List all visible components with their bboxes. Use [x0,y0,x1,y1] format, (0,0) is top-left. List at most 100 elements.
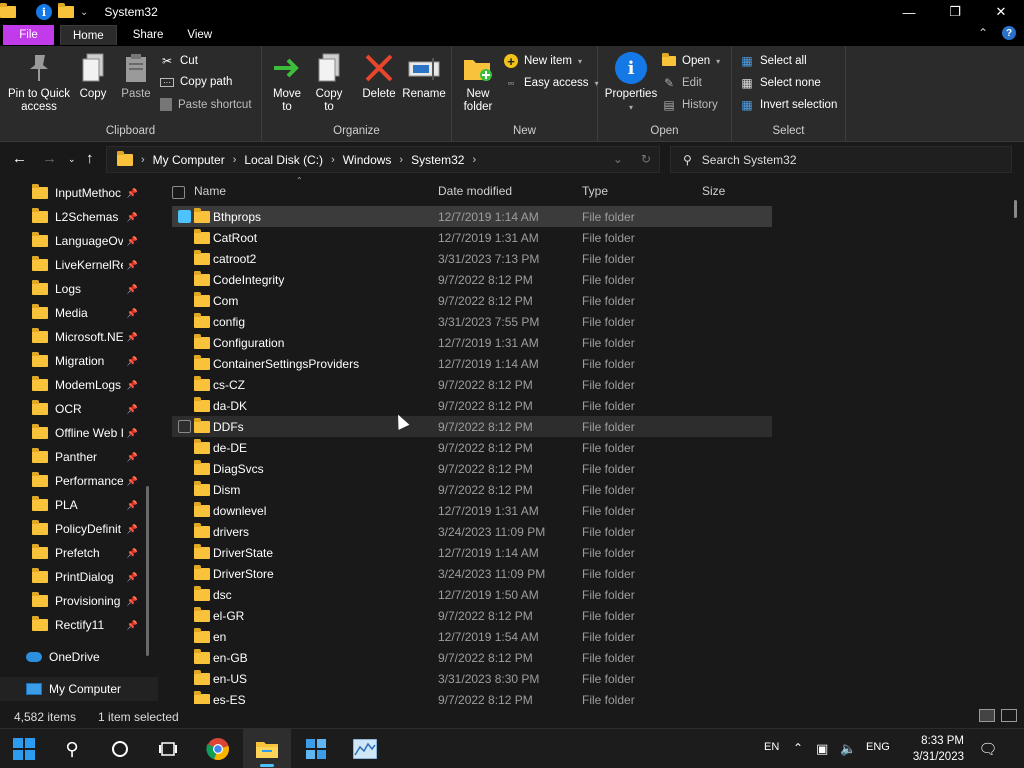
app-grid-icon[interactable] [304,737,328,761]
volume-icon[interactable]: 🔈 [840,741,856,757]
column-type[interactable]: Type [582,184,608,198]
nav-item[interactable]: Provisioning 📌 [32,590,147,612]
file-row[interactable]: de-DE 9/7/2022 8:12 PM File folder [172,437,772,458]
select-none-button[interactable]: ▦ Select none [740,76,820,90]
nav-item-my-computer[interactable]: My Computer [26,678,141,700]
tab-file[interactable]: File [3,25,54,45]
nav-item[interactable]: Prefetch 📌 [32,542,147,564]
pin-icon[interactable]: 📌 [127,284,138,295]
notifications-icon[interactable]: 🗨 [976,737,1000,761]
nav-item[interactable]: Migration 📌 [32,350,147,372]
pin-icon[interactable]: 📌 [127,452,138,463]
nav-item[interactable]: L2Schemas 📌 [32,206,147,228]
nav-item[interactable]: Logs 📌 [32,278,147,300]
file-row[interactable]: el-GR 9/7/2022 8:12 PM File folder [172,605,772,626]
breadcrumb-my-computer[interactable]: My Computer [153,153,225,167]
pin-icon[interactable]: 📌 [127,356,138,367]
chrome-icon[interactable] [206,737,230,761]
paste-button[interactable]: Paste [118,52,154,101]
pin-icon[interactable]: 📌 [127,476,138,487]
file-row[interactable]: DiagSvcs 9/7/2022 8:12 PM File folder [172,458,772,479]
file-row[interactable]: Com 9/7/2022 8:12 PM File folder [172,290,772,311]
pin-icon[interactable]: 📌 [127,380,138,391]
refresh-icon[interactable]: ↻ [641,152,651,166]
move-to-button[interactable]: Move to [270,52,304,114]
pin-icon[interactable]: 📌 [127,572,138,583]
nav-item[interactable]: LiveKernelRe 📌 [32,254,147,276]
new-item-button[interactable]: + New item ▾ [504,54,582,69]
rename-button[interactable]: Rename [402,52,446,101]
file-row[interactable]: da-DK 9/7/2022 8:12 PM File folder [172,395,772,416]
easy-access-button[interactable]: ▫▫ Easy access ▾ [504,76,599,90]
file-list-scrollbar[interactable] [1014,200,1017,218]
nav-item[interactable]: Media 📌 [32,302,147,324]
pin-icon[interactable]: 📌 [127,212,138,223]
maximize-button[interactable]: ❐ [932,0,978,24]
file-row[interactable]: dsc 12/7/2019 1:50 AM File folder [172,584,772,605]
file-row[interactable]: Configuration 12/7/2019 1:31 AM File folde… [172,332,772,353]
back-button[interactable]: ← [12,150,27,167]
copy-button[interactable]: Copy [76,52,110,101]
nav-item[interactable]: Rectify11 📌 [32,614,147,636]
nav-item[interactable]: Offline Web I 📌 [32,422,147,444]
large-icons-view-icon[interactable] [1001,709,1017,722]
copy-path-button[interactable]: ··· Copy path [160,76,232,88]
file-row[interactable]: drivers 3/24/2023 11:09 PM File folder [172,521,772,542]
nav-item[interactable]: InputMethoc 📌 [32,182,147,204]
properties-button[interactable]: i Properties ▾ [604,52,658,114]
pin-icon[interactable]: 📌 [127,596,138,607]
pin-icon[interactable]: 📌 [127,404,138,415]
invert-selection-button[interactable]: ▦ Invert selection [740,98,837,112]
tab-share[interactable]: Share [121,25,176,45]
file-row[interactable]: en-US 3/31/2023 8:30 PM File folder [172,668,772,689]
pin-icon[interactable]: 📌 [127,188,138,199]
pin-quick-access-button[interactable]: Pin to Quick access [6,52,72,114]
file-row[interactable]: Dism 9/7/2022 8:12 PM File folder [172,479,772,500]
show-hidden-icons[interactable]: ⌃ [793,741,803,755]
close-button[interactable]: ✕ [978,0,1024,24]
pin-icon[interactable]: 📌 [127,236,138,247]
row-checkbox[interactable] [178,210,191,223]
column-size[interactable]: Size [702,184,725,198]
edit-button[interactable]: ✎ Edit [662,76,702,90]
ime-language[interactable]: ENG [866,741,890,753]
nav-item[interactable]: Panther 📌 [32,446,147,468]
pin-icon[interactable]: 📌 [127,428,138,439]
forward-button[interactable]: → [42,150,57,167]
collapse-ribbon-icon[interactable]: ⌃ [978,26,988,40]
help-icon[interactable]: ? [1002,26,1016,40]
nav-item[interactable]: PLA 📌 [32,494,147,516]
search-box[interactable]: ⚲ Search System32 [670,146,1012,173]
nav-item-onedrive[interactable]: OneDrive [26,646,141,668]
tab-home[interactable]: Home [60,25,117,45]
file-explorer-icon[interactable] [255,737,279,761]
pin-icon[interactable]: 📌 [127,548,138,559]
cut-button[interactable]: ✂ Cut [160,54,198,68]
delete-button[interactable]: Delete [360,52,398,101]
history-button[interactable]: ▤ History [662,98,717,112]
new-folder-button[interactable]: New folder [460,52,496,114]
breadcrumb-system32[interactable]: System32 [411,153,464,167]
recent-locations-button[interactable]: ⌄ [68,154,76,165]
up-button[interactable]: ↑ [86,150,94,167]
nav-item[interactable]: PolicyDefinit 📌 [32,518,147,540]
start-windows-icon[interactable] [12,737,36,761]
cortana-icon[interactable] [108,737,132,761]
address-bar[interactable]: › My Computer › Local Disk (C:) › Window… [106,146,660,173]
file-row[interactable]: Bthprops 12/7/2019 1:14 AM File folder [172,206,772,227]
network-icon[interactable]: ▣ [816,741,828,757]
row-checkbox[interactable] [178,420,191,433]
select-all-button[interactable]: ▦ Select all [740,54,806,68]
search-taskbar-icon[interactable]: ⚲ [60,737,84,761]
file-row[interactable]: DDFs 9/7/2022 8:12 PM File folder [172,416,772,437]
file-row[interactable]: CatRoot 12/7/2019 1:31 AM File folder [172,227,772,248]
resource-monitor-icon[interactable] [353,737,377,761]
file-row[interactable]: es-ES 9/7/2022 8:12 PM File folder [172,689,772,704]
address-dropdown-icon[interactable]: ⌄ [613,152,623,166]
file-row[interactable]: ContainerSettingsProviders 12/7/2019 1:14… [172,353,772,374]
select-all-checkbox[interactable] [172,186,185,199]
file-row[interactable]: DriverStore 3/24/2023 11:09 PM File folder [172,563,772,584]
properties-quick-icon[interactable]: i [36,4,52,20]
file-row[interactable]: config 3/31/2023 7:55 PM File folder [172,311,772,332]
pin-icon[interactable]: 📌 [127,308,138,319]
